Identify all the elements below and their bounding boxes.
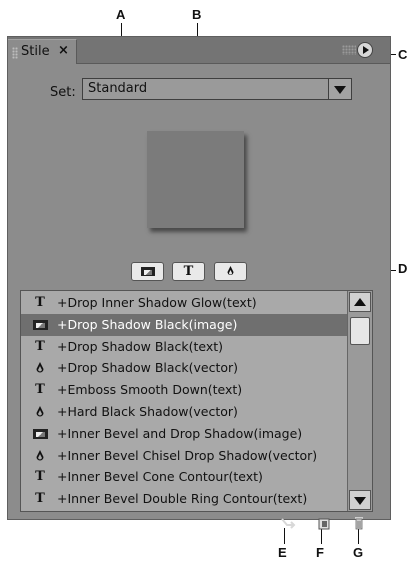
scroll-up-icon[interactable] bbox=[349, 292, 371, 312]
panel-tab-bar: Stile × bbox=[8, 37, 390, 64]
image-style-icon bbox=[33, 319, 48, 330]
styles-panel: Stile × Set: Standard T T +Drop Inner Sha… bbox=[7, 36, 391, 530]
tab-stile[interactable]: Stile × bbox=[8, 39, 77, 64]
list-item[interactable]: T +Inner Bevel Cone Contour(text) bbox=[21, 466, 347, 488]
image-icon bbox=[141, 267, 155, 276]
grip-icon[interactable] bbox=[12, 47, 18, 59]
text-style-icon: T bbox=[35, 491, 45, 507]
list-item-label: +Drop Inner Shadow Glow(text) bbox=[57, 295, 257, 310]
callout-d: D bbox=[398, 261, 408, 276]
callout-e: E bbox=[278, 545, 287, 560]
text-filter-button[interactable]: T bbox=[172, 262, 205, 281]
list-item-label: +Drop Shadow Black(image) bbox=[57, 316, 238, 332]
list-item[interactable]: +Hard Black Shadow(vector) bbox=[21, 401, 347, 423]
set-label: Set: bbox=[50, 85, 76, 100]
list-item[interactable]: T +Inner Bevel Double Ring Contour(text) bbox=[21, 488, 347, 510]
panel-grip-icon[interactable] bbox=[342, 45, 356, 55]
list-item[interactable]: +Drop Shadow Black(image) bbox=[21, 313, 347, 336]
leader-e bbox=[284, 528, 285, 544]
scroll-down-icon[interactable] bbox=[349, 490, 371, 510]
new-style-icon[interactable] bbox=[316, 516, 332, 530]
text-style-icon: T bbox=[35, 469, 45, 485]
list-item-label: +Drop Shadow Black(vector) bbox=[57, 360, 239, 376]
style-preview bbox=[147, 131, 244, 228]
list-item[interactable]: +Drop Shadow Black(vector) bbox=[21, 357, 347, 379]
list-scrollbar[interactable] bbox=[347, 291, 372, 511]
vector-style-icon bbox=[36, 449, 44, 461]
panel-menu-icon[interactable] bbox=[357, 42, 373, 58]
list-item[interactable]: +Inner Bevel and Drop Shadow(image) bbox=[21, 423, 347, 445]
set-dropdown-value: Standard bbox=[88, 81, 148, 96]
callout-f: F bbox=[316, 545, 324, 560]
text-icon: T bbox=[183, 264, 194, 279]
text-style-icon: T bbox=[35, 382, 45, 398]
image-style-icon bbox=[33, 428, 48, 439]
list-item-label: +Emboss Smooth Down(text) bbox=[57, 382, 243, 398]
list-item-label: +Inner Bevel and Drop Shadow(image) bbox=[57, 425, 303, 441]
list-item-label: +Inner Bevel Double Ring Contour(text) bbox=[57, 491, 308, 507]
apply-style-icon[interactable] bbox=[280, 516, 296, 530]
list-item[interactable]: T +Drop Shadow Black(text) bbox=[21, 336, 347, 358]
list-item[interactable]: +Inner Bevel Chisel Drop Shadow(vector) bbox=[21, 445, 347, 467]
close-icon[interactable]: × bbox=[58, 43, 69, 58]
styles-list[interactable]: T +Drop Inner Shadow Glow(text) +Drop Shad… bbox=[20, 290, 373, 512]
text-style-icon: T bbox=[35, 338, 45, 354]
vector-style-icon bbox=[36, 362, 44, 373]
list-item-label: +Inner Bevel Cone Contour(text) bbox=[57, 469, 263, 485]
tab-title: Stile bbox=[21, 44, 50, 59]
scroll-thumb[interactable] bbox=[350, 317, 370, 345]
list-item-label: +Hard Black Shadow(vector) bbox=[57, 404, 238, 419]
chevron-down-icon[interactable] bbox=[328, 79, 351, 99]
leader-f bbox=[321, 528, 322, 544]
vector-icon bbox=[227, 266, 234, 275]
vector-filter-button[interactable] bbox=[214, 262, 247, 281]
list-item[interactable]: T +Emboss Smooth Down(text) bbox=[21, 379, 347, 401]
list-item-label: +Inner Bevel Chisel Drop Shadow(vector) bbox=[57, 447, 318, 463]
list-item-label: +Drop Shadow Black(text) bbox=[57, 338, 224, 354]
delete-style-icon[interactable] bbox=[351, 516, 367, 530]
callout-a: A bbox=[116, 7, 126, 22]
image-filter-button[interactable] bbox=[131, 262, 164, 281]
callout-c: C bbox=[398, 47, 408, 62]
vector-style-icon bbox=[36, 406, 44, 417]
leader-g bbox=[358, 528, 359, 544]
callout-g: G bbox=[353, 545, 364, 560]
set-dropdown[interactable]: Standard bbox=[82, 78, 352, 100]
text-style-icon: T bbox=[35, 295, 45, 310]
list-item[interactable]: T +Drop Inner Shadow Glow(text) bbox=[21, 292, 347, 314]
callout-b: B bbox=[192, 7, 202, 22]
